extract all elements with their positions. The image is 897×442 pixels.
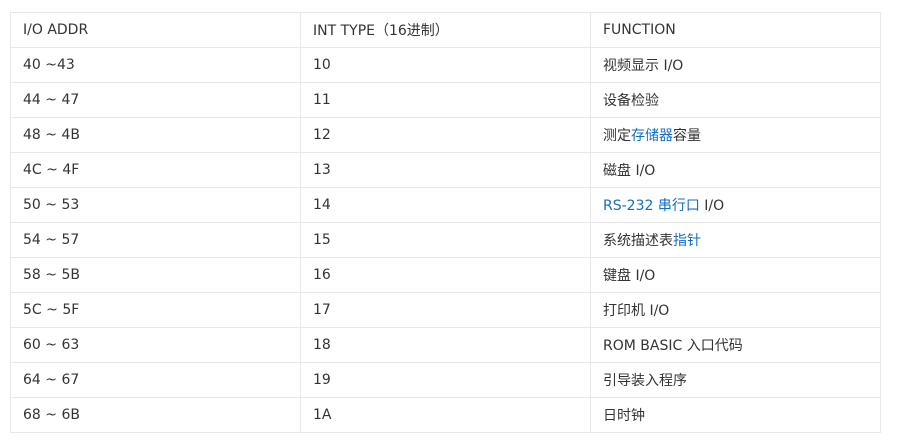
- cell-io-addr: 58 ~ 5B: [10, 257, 301, 293]
- cell-io-addr: 50 ~ 53: [10, 187, 301, 223]
- cell-io-addr: 40 ~43: [10, 47, 301, 83]
- cell-io-addr: 68 ~ 6B: [10, 397, 301, 433]
- table-row: 68 ~ 6B 1A 日时钟: [10, 397, 881, 433]
- table-row: 54 ~ 57 15 系统描述表指针: [10, 222, 881, 258]
- function-text: 设备检验: [603, 93, 659, 109]
- cell-int-type: 11: [300, 82, 591, 118]
- cell-function: 设备检验: [590, 82, 881, 118]
- header-int-type: INT TYPE（16进制）: [300, 12, 591, 48]
- function-link[interactable]: RS-232 串行口: [603, 198, 700, 214]
- cell-io-addr: 48 ~ 4B: [10, 117, 301, 153]
- function-text: 视频显示 I/O: [603, 58, 684, 74]
- function-text: I/O: [699, 198, 725, 214]
- cell-function: 测定存储器容量: [590, 117, 881, 153]
- cell-int-type: 1A: [300, 397, 591, 433]
- table-row: 60 ~ 63 18 ROM BASIC 入口代码: [10, 327, 881, 363]
- cell-int-type: 17: [300, 292, 591, 328]
- cell-int-type: 19: [300, 362, 591, 398]
- table-header-row: I/O ADDR INT TYPE（16进制） FUNCTION: [10, 12, 881, 48]
- function-text: ROM BASIC 入口代码: [603, 338, 743, 354]
- function-link[interactable]: 存储器: [631, 128, 673, 144]
- cell-function: 磁盘 I/O: [590, 152, 881, 188]
- cell-int-type: 12: [300, 117, 591, 153]
- cell-int-type: 16: [300, 257, 591, 293]
- cell-int-type: 15: [300, 222, 591, 258]
- table-row: 4C ~ 4F 13 磁盘 I/O: [10, 152, 881, 188]
- function-text: 引导装入程序: [603, 373, 687, 389]
- header-io-addr: I/O ADDR: [10, 12, 301, 48]
- cell-io-addr: 64 ~ 67: [10, 362, 301, 398]
- table-row: 50 ~ 53 14 RS-232 串行口 I/O: [10, 187, 881, 223]
- cell-int-type: 14: [300, 187, 591, 223]
- function-link[interactable]: 指针: [673, 233, 701, 249]
- cell-int-type: 13: [300, 152, 591, 188]
- function-text: 日时钟: [603, 408, 645, 424]
- cell-io-addr: 60 ~ 63: [10, 327, 301, 363]
- table-row: 58 ~ 5B 16 键盘 I/O: [10, 257, 881, 293]
- function-text: 容量: [673, 128, 701, 144]
- cell-function: RS-232 串行口 I/O: [590, 187, 881, 223]
- function-text: 测定: [603, 128, 631, 144]
- table-row: 40 ~43 10 视频显示 I/O: [10, 47, 881, 83]
- table-row: 44 ~ 47 11 设备检验: [10, 82, 881, 118]
- cell-function: 键盘 I/O: [590, 257, 881, 293]
- cell-io-addr: 5C ~ 5F: [10, 292, 301, 328]
- table-body: 40 ~43 10 视频显示 I/O 44 ~ 47 11 设备检验 48 ~ 4B 12 测定…: [10, 47, 881, 433]
- cell-int-type: 10: [300, 47, 591, 83]
- cell-function: 打印机 I/O: [590, 292, 881, 328]
- cell-function: 引导装入程序: [590, 362, 881, 398]
- interrupt-table-container: I/O ADDR INT TYPE（16进制） FUNCTION 40 ~43 1…: [10, 12, 881, 433]
- table-row: 64 ~ 67 19 引导装入程序: [10, 362, 881, 398]
- table-row: 48 ~ 4B 12 测定存储器容量: [10, 117, 881, 153]
- interrupt-vector-table: I/O ADDR INT TYPE（16进制） FUNCTION 40 ~43 1…: [10, 12, 881, 433]
- header-function: FUNCTION: [590, 12, 881, 48]
- function-text: 磁盘 I/O: [603, 163, 656, 179]
- function-text: 系统描述表: [603, 233, 673, 249]
- cell-function: 日时钟: [590, 397, 881, 433]
- cell-io-addr: 54 ~ 57: [10, 222, 301, 258]
- table-row: 5C ~ 5F 17 打印机 I/O: [10, 292, 881, 328]
- function-text: 打印机 I/O: [603, 303, 670, 319]
- cell-function: ROM BASIC 入口代码: [590, 327, 881, 363]
- cell-function: 视频显示 I/O: [590, 47, 881, 83]
- cell-io-addr: 44 ~ 47: [10, 82, 301, 118]
- cell-int-type: 18: [300, 327, 591, 363]
- cell-function: 系统描述表指针: [590, 222, 881, 258]
- cell-io-addr: 4C ~ 4F: [10, 152, 301, 188]
- function-text: 键盘 I/O: [603, 268, 656, 284]
